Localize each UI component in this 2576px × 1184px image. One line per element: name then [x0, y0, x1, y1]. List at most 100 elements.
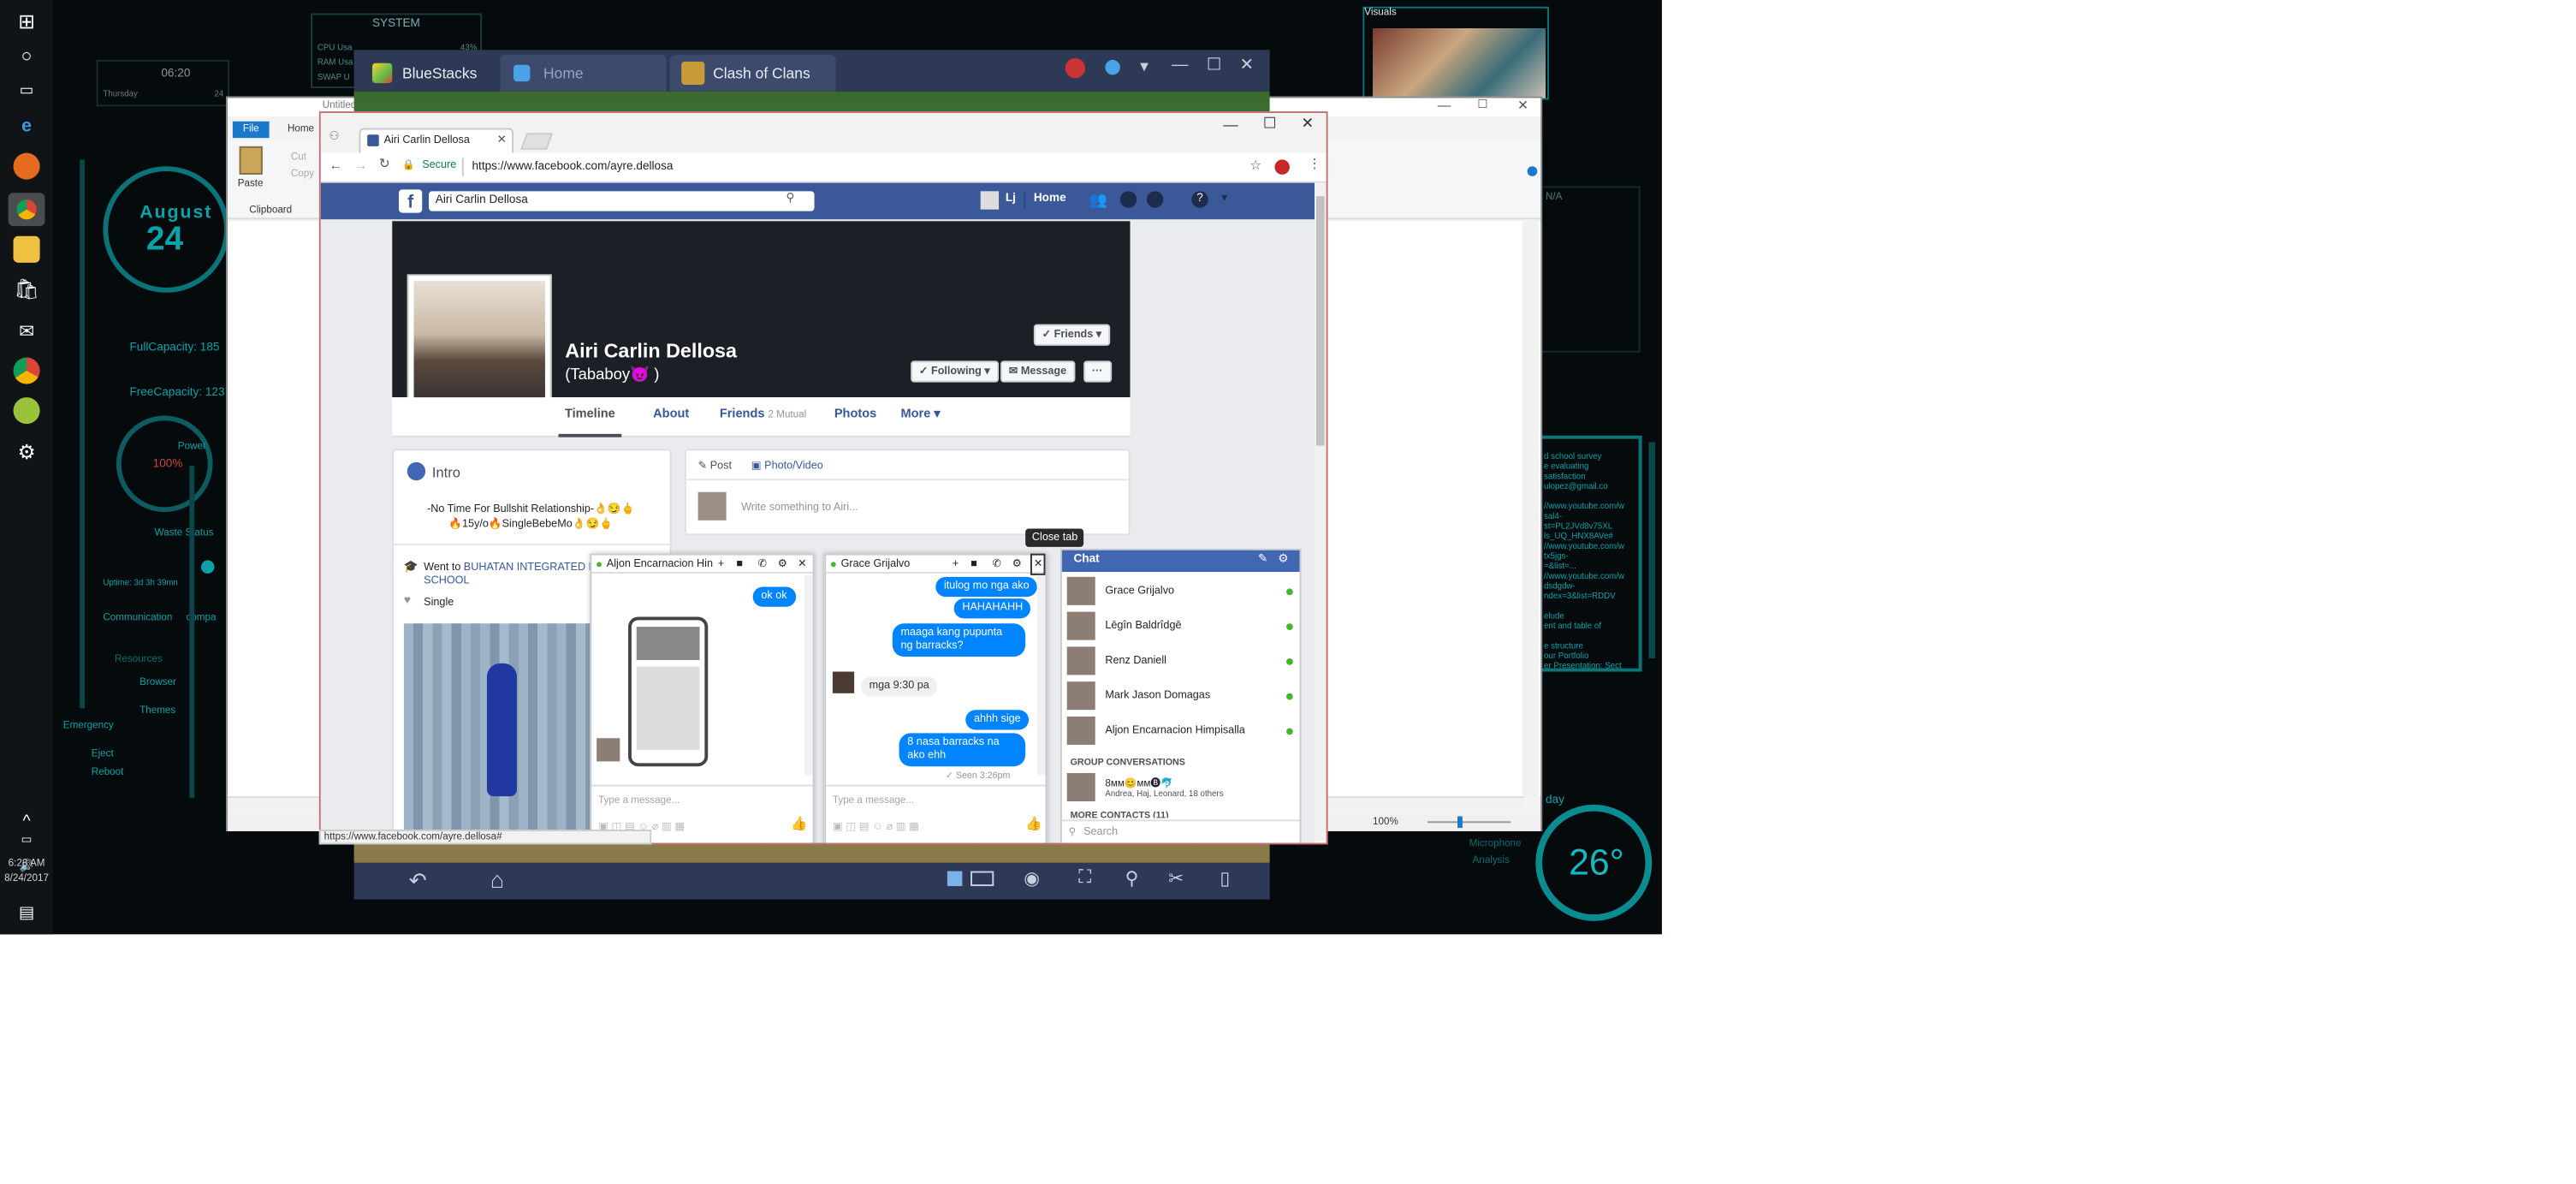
bluestacks-app-tab[interactable]: BlueStacks	[359, 55, 501, 92]
video-call-icon[interactable]: ■	[970, 556, 977, 574]
message-button[interactable]: ✉ Message	[1000, 360, 1075, 383]
paint-close-button[interactable]: ✕	[1517, 98, 1528, 113]
account-menu-icon[interactable]: ▾	[1221, 191, 1227, 205]
taskbar-time[interactable]: 6:28 AM	[0, 858, 53, 872]
rotate-icon[interactable]: ▯	[1220, 868, 1230, 889]
chat-contact-name[interactable]: Aljon Encarnacion Hin	[607, 558, 713, 570]
featured-photo[interactable]	[403, 623, 596, 843]
search-icon[interactable]: ⚲	[786, 191, 795, 205]
contact-row[interactable]: Aljon Encarnacion Himpisalla	[1066, 715, 1293, 748]
hud-eject[interactable]: Eject	[92, 750, 114, 760]
paint-vertical-scrollbar[interactable]	[1522, 221, 1540, 797]
store-icon[interactable]: 🛍	[14, 276, 40, 302]
user-avatar[interactable]	[980, 191, 1000, 210]
group-name[interactable]: 8ᴍᴍ😊ᴍᴍ🅑🐬	[1105, 775, 1172, 790]
add-person-icon[interactable]: +	[953, 556, 959, 574]
contact-row[interactable]: Mark Jason Domagas	[1066, 680, 1293, 713]
back-arrow-icon[interactable]: ←	[329, 158, 342, 172]
phone-icon[interactable]: ✆	[992, 556, 1001, 574]
file-explorer-icon[interactable]	[13, 235, 40, 263]
bluestacks-game-tab[interactable]: Clash of Clans	[669, 55, 836, 92]
chat-sidebar-header[interactable]: Chat ✎ ⚙	[1061, 550, 1300, 573]
chat-contact-name[interactable]: Grace Grijalvo	[841, 558, 911, 570]
contact-row[interactable]: Lēgîn Baldrîdgē	[1066, 610, 1293, 644]
extension-icon[interactable]	[1274, 159, 1290, 175]
chat-settings-icon[interactable]: ⚙	[778, 556, 787, 574]
contact-row[interactable]: Renz Daniell	[1066, 645, 1293, 678]
hud-resources[interactable]: Resources	[115, 655, 163, 665]
post-tab[interactable]: ✎ Post	[698, 459, 732, 473]
reload-icon[interactable]: ↻	[379, 157, 390, 171]
tab-friends[interactable]: Friends 2 Mutual	[720, 397, 806, 437]
tab-timeline[interactable]: Timeline	[558, 397, 622, 437]
tab-photos[interactable]: Photos	[834, 397, 876, 437]
chat-scrollbar[interactable]	[1036, 574, 1046, 775]
following-button[interactable]: ✓ Following ▾	[911, 360, 999, 383]
chat-scrollbar[interactable]	[804, 574, 813, 775]
chat-options-icon[interactable]: ⚙	[1278, 552, 1288, 566]
tab-about[interactable]: About	[653, 397, 689, 437]
home-link[interactable]: Home	[1034, 193, 1066, 205]
task-view-icon[interactable]: ▭	[14, 76, 40, 103]
multi-instance-icon[interactable]	[947, 871, 963, 887]
hud-browser[interactable]: Browser	[139, 678, 176, 688]
android-home-icon[interactable]: ⌂	[490, 866, 504, 893]
video-call-icon[interactable]: ■	[736, 556, 743, 574]
friend-requests-icon[interactable]: 👥	[1089, 191, 1107, 209]
cortana-icon[interactable]: ○	[14, 43, 40, 69]
fullscreen-icon[interactable]: ⛶	[1078, 868, 1091, 889]
keyboard-icon[interactable]	[970, 871, 994, 887]
hud-reboot[interactable]: Reboot	[92, 768, 124, 778]
messages-icon[interactable]	[1119, 191, 1137, 208]
school-link-2[interactable]: SCHOOL	[424, 575, 469, 587]
facebook-logo-icon[interactable]: f	[399, 189, 423, 213]
paint-home-tab[interactable]: Home	[288, 125, 314, 135]
bluestacks-minimize-button[interactable]: —	[1172, 57, 1188, 74]
hud-themes[interactable]: Themes	[139, 706, 175, 717]
back-icon[interactable]: ↶	[409, 868, 427, 895]
bluestacks-home-tab[interactable]: Home	[500, 55, 667, 92]
message-input[interactable]: Type a message...	[598, 793, 798, 809]
paint-zoom-slider[interactable]	[1427, 821, 1511, 824]
windows-icon[interactable]: ⊞	[14, 9, 40, 35]
like-icon[interactable]: 👍	[1025, 816, 1042, 830]
like-icon[interactable]: 👍	[791, 816, 807, 830]
edge-icon[interactable]: e	[14, 113, 40, 140]
bluestacks-account-icon[interactable]	[1105, 59, 1120, 75]
help-icon[interactable]: ?	[1191, 191, 1208, 208]
add-person-icon[interactable]: +	[718, 556, 724, 574]
phone-icon[interactable]: ✆	[758, 556, 768, 574]
chat-search-input[interactable]: Search	[1083, 826, 1118, 838]
paint-minimize-button[interactable]: —	[1438, 98, 1451, 113]
tab-more[interactable]: More ▾	[901, 397, 941, 437]
paint-maximize-button[interactable]: ☐	[1477, 98, 1487, 112]
facebook-search-input[interactable]	[429, 191, 815, 211]
chrome-app-icon[interactable]	[13, 357, 40, 384]
composer-input[interactable]: Write something to Airi...	[741, 502, 858, 514]
bluestacks-icon[interactable]	[13, 397, 40, 425]
chat-window-header[interactable]: Aljon Encarnacion Hin + ■ ✆ ⚙ ✕	[591, 556, 813, 574]
page-scrollbar[interactable]	[1315, 182, 1327, 842]
profile-name[interactable]: Airi Carlin Dellosa	[565, 339, 737, 362]
chat-settings-icon[interactable]: ⚙	[1012, 556, 1022, 574]
bluestacks-notification-icon[interactable]	[1065, 57, 1086, 79]
chat-window-header[interactable]: Grace Grijalvo + ■ ✆ ⚙ ✕	[826, 553, 1047, 575]
page-scrollbar-thumb[interactable]	[1315, 196, 1325, 446]
user-short-name[interactable]: Lj	[1006, 193, 1016, 205]
address-bar[interactable]	[472, 158, 1237, 178]
hud-communication[interactable]: Communication	[103, 614, 172, 624]
paint-help-icon[interactable]	[1527, 166, 1538, 176]
forward-arrow-icon[interactable]: →	[354, 158, 368, 172]
eye-icon[interactable]: ◉	[1024, 868, 1040, 889]
paint-zoom-thumb[interactable]	[1457, 816, 1463, 829]
chrome-icon[interactable]	[8, 193, 45, 227]
cut-button[interactable]: Cut	[291, 153, 306, 164]
taskbar-date[interactable]: 8/24/2017	[0, 872, 53, 886]
chat-close-icon[interactable]: ✕	[798, 556, 807, 574]
notification-icon[interactable]: ▤	[14, 901, 40, 928]
school-link[interactable]: BUHATAN INTEGRATED N	[464, 562, 597, 574]
paste-label[interactable]: Paste	[238, 180, 264, 190]
chrome-minimize-button[interactable]: —	[1223, 116, 1238, 133]
chat-attachment-icons[interactable]: ▣ ◫ ▤ ☺ ⌀ ▥ ▦	[833, 819, 919, 833]
paint-file-tab[interactable]: File	[232, 121, 270, 139]
